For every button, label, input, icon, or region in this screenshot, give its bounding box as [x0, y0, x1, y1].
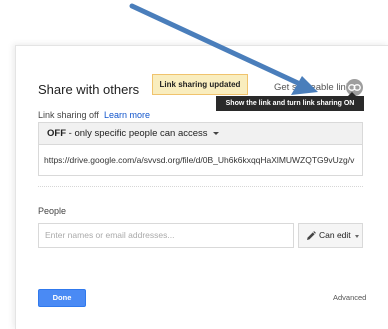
people-input[interactable]: Enter names or email addresses... [38, 223, 294, 248]
pencil-icon [307, 231, 316, 240]
advanced-link[interactable]: Advanced [333, 293, 366, 302]
page: Share with others Link sharing updated G… [0, 0, 388, 329]
get-shareable-link-label[interactable]: Get shareable link [274, 82, 351, 93]
link-sharing-tooltip: Show the link and turn link sharing ON [216, 92, 364, 111]
chevron-down-icon [212, 131, 219, 135]
access-option-text: - only specific people can access [66, 128, 208, 139]
link-access-dropdown[interactable]: OFF - only specific people can access [39, 123, 362, 145]
access-option-bold: OFF [47, 128, 66, 139]
shareable-link-field[interactable]: https://drive.google.com/a/svvsd.org/fil… [39, 145, 362, 175]
link-sharing-updated-notice: Link sharing updated [152, 74, 248, 95]
done-button[interactable]: Done [38, 289, 86, 307]
people-label: People [38, 206, 67, 216]
learn-more-link[interactable]: Learn more [104, 110, 150, 120]
link-access-box: OFF - only specific people can access ht… [38, 122, 363, 176]
section-divider [38, 186, 363, 187]
permission-dropdown[interactable]: Can edit [298, 223, 363, 248]
permission-label: Can edit [319, 230, 351, 240]
chevron-down-icon [355, 235, 359, 238]
dialog-title: Share with others [38, 82, 140, 97]
link-sharing-status: Link sharing off [38, 110, 99, 120]
backdrop [0, 0, 388, 45]
